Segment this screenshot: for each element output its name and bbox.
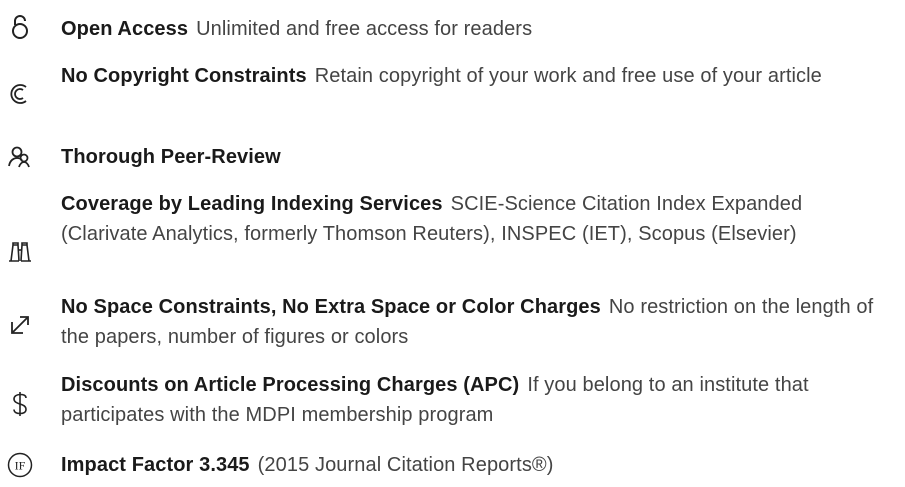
feature-text: Discounts on Article Processing Charges … [61,370,891,430]
feature-text: Thorough Peer-Review [61,142,891,172]
dollar-icon [0,389,40,419]
feature-title: No Copyright Constraints [61,65,307,87]
svg-text:IF: IF [15,459,26,473]
copyright-icon [0,79,40,109]
expand-arrow-icon [0,310,40,340]
feature-title: No Space Constraints, No Extra Space or … [61,296,601,318]
feature-text: Impact Factor 3.345 (2015 Journal Citatio… [61,450,891,480]
journal-features-list: Open Access Unlimited and free access for… [0,0,905,487]
feature-text: No Space Constraints, No Extra Space or … [61,292,891,352]
feature-title: Impact Factor 3.345 [61,454,250,476]
feature-description: Retain copyright of your work and free u… [314,65,822,87]
feature-text: Coverage by Leading Indexing Services SCI… [61,189,891,249]
peer-review-icon [0,142,40,172]
binoculars-icon [0,237,40,267]
feature-title: Open Access [61,18,189,40]
feature-description: (2015 Journal Citation Reports®) [257,454,554,476]
impact-factor-icon: IF [0,450,40,480]
feature-text: No Copyright Constraints Retain copyright… [61,61,891,91]
open-lock-icon [0,12,40,42]
feature-title: Discounts on Article Processing Charges … [61,374,520,396]
feature-text: Open Access Unlimited and free access for… [61,14,891,44]
feature-title: Thorough Peer-Review [61,146,281,168]
feature-title: Coverage by Leading Indexing Services [61,193,443,215]
feature-description: Unlimited and free access for readers [196,18,533,40]
